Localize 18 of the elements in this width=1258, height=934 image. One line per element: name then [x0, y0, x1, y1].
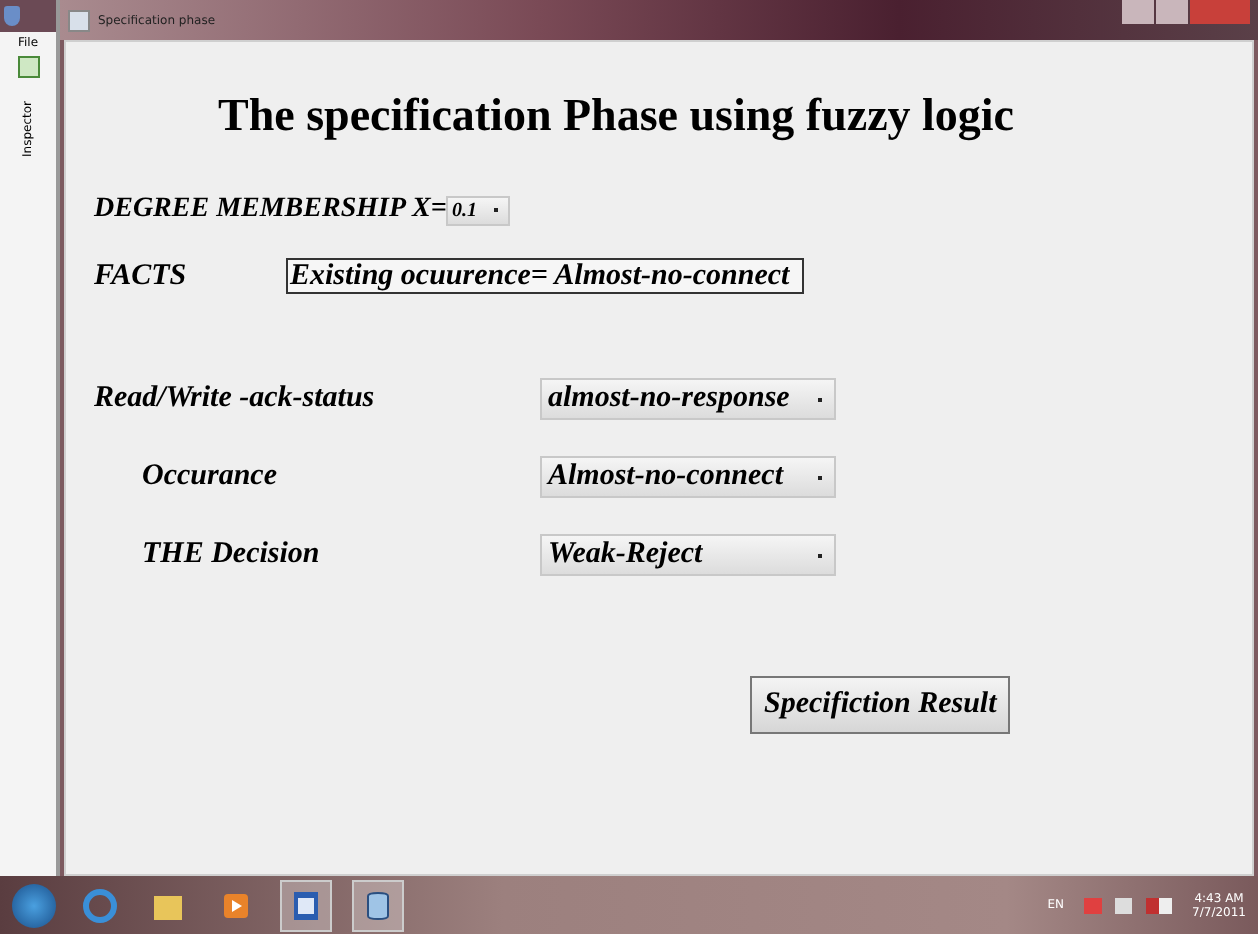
- start-button[interactable]: [12, 883, 56, 927]
- shield-icon: [4, 6, 20, 26]
- dropdown[interactable]: Almost-no-connect: [540, 456, 836, 498]
- app-icon: [68, 9, 90, 31]
- cylinder-icon[interactable]: [352, 879, 404, 931]
- form-heading: The specification Phase using fuzzy logic: [218, 90, 1017, 142]
- dropdown[interactable]: almost-no-response: [540, 378, 836, 420]
- field-label: THE Decision: [140, 538, 322, 572]
- result-button[interactable]: Specifiction Result: [750, 676, 1011, 734]
- field-label: FACTS: [94, 259, 189, 293]
- document-icon[interactable]: [280, 879, 332, 931]
- field-label: Read/Write -ack-status: [94, 382, 377, 416]
- tool-icon[interactable]: [17, 56, 39, 78]
- field-label: Occurance: [140, 460, 279, 494]
- degree-dropdown[interactable]: 0.1: [446, 195, 509, 225]
- field-label: DEGREE MEMBERSHIP X=: [94, 194, 446, 226]
- dropdown[interactable]: Weak-Reject: [540, 534, 836, 576]
- facts-field: Existing ocuurence= Almost-no-connect: [286, 258, 804, 294]
